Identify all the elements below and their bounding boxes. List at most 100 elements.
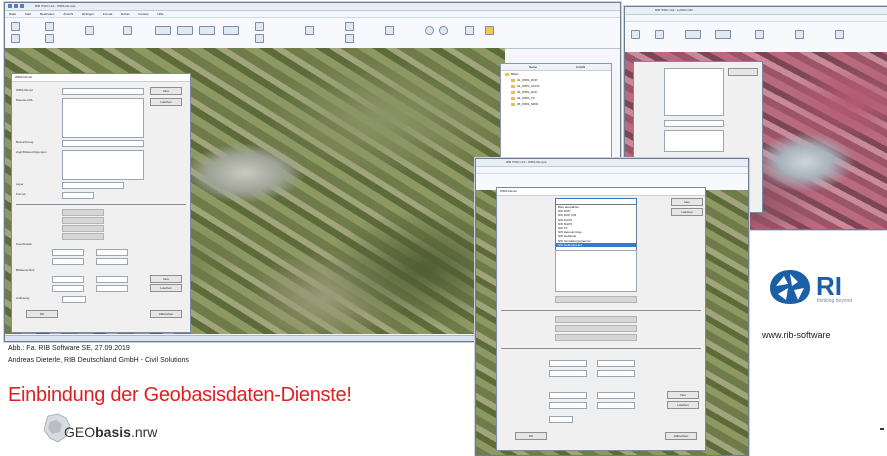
- extent-field[interactable]: [52, 276, 84, 283]
- ok-button[interactable]: OK: [515, 432, 547, 440]
- menu-item[interactable]: Fenster: [139, 11, 149, 17]
- extent-field[interactable]: [96, 276, 128, 283]
- extent-field[interactable]: [597, 402, 635, 409]
- extent-field[interactable]: [549, 392, 587, 399]
- new-button[interactable]: Neu: [667, 391, 699, 399]
- cancel-button[interactable]: Abbrechen: [665, 432, 697, 440]
- ribbon-circle-icon[interactable]: [425, 26, 434, 35]
- extent-field[interactable]: [549, 402, 587, 409]
- ribbon-draw-icon[interactable]: [223, 26, 239, 35]
- wms-dropdown-list[interactable]: Bitte auswählen NW DOP NW DOP CIR NW ALK…: [555, 204, 637, 252]
- new-button[interactable]: Neu: [150, 275, 182, 283]
- menu-item[interactable]: Hilfe: [158, 11, 164, 17]
- ok-button[interactable]: OK: [26, 310, 58, 318]
- delete-button[interactable]: Löschen: [667, 401, 699, 409]
- menu-item[interactable]: Ansicht: [63, 11, 73, 17]
- ribbon-tool-icon[interactable]: [305, 26, 314, 35]
- ribbon-tool-icon[interactable]: [835, 30, 844, 39]
- menu-item[interactable]: Start: [25, 11, 31, 17]
- save-icon[interactable]: [8, 4, 12, 8]
- url-textarea[interactable]: [664, 68, 724, 116]
- menu-item[interactable]: Bearbeiten: [40, 11, 55, 17]
- delete-button[interactable]: Löschen: [671, 208, 703, 216]
- tree-item[interactable]: 05_WMS_NRW: [511, 102, 538, 107]
- description-field[interactable]: [664, 120, 724, 127]
- ribbon-tool-icon[interactable]: [795, 30, 804, 39]
- undo-icon[interactable]: [14, 4, 18, 8]
- ribbon-tool-icon[interactable]: [11, 34, 20, 43]
- delete-button[interactable]: Löschen: [150, 284, 182, 292]
- ribbon-tool-icon[interactable]: [85, 26, 94, 35]
- ribbon-draw-icon[interactable]: [685, 30, 701, 39]
- resolution-field[interactable]: [62, 296, 86, 303]
- new-button[interactable]: Neu: [671, 198, 703, 206]
- coord-field[interactable]: [549, 360, 587, 367]
- field-label: Zugriffsberechtigungen: [16, 150, 47, 154]
- menu-item[interactable]: Einfügen: [82, 11, 94, 17]
- ribbon-tool-icon[interactable]: [385, 26, 394, 35]
- resolution-field[interactable]: [549, 416, 573, 423]
- rib-logo-icon: [770, 270, 810, 304]
- ribbon-circle-icon[interactable]: [439, 26, 448, 35]
- ribbon-tool-icon[interactable]: [631, 30, 640, 39]
- ribbon-draw-icon[interactable]: [199, 26, 215, 35]
- access-textarea[interactable]: [62, 150, 144, 180]
- redo-icon[interactable]: [20, 4, 24, 8]
- format-field[interactable]: [62, 192, 94, 199]
- tree-item[interactable]: Bilder: [505, 72, 519, 77]
- ribbon-tool-icon[interactable]: [11, 22, 20, 31]
- extent-field[interactable]: [597, 392, 635, 399]
- geobasis-wordmark: GEObasis.nrw: [64, 424, 157, 440]
- field-label: WMS-Dienst: [16, 88, 33, 92]
- tree-item[interactable]: 04_WMS_TK: [511, 96, 535, 101]
- tree-item[interactable]: 02_WMS_ALKIS: [511, 84, 540, 89]
- ribbon-tool-icon[interactable]: [465, 26, 474, 35]
- front-wms-dialog: WMS-Dienst Bitte auswählen NW DOP NW DOP…: [496, 187, 706, 451]
- coord-field[interactable]: [52, 258, 84, 265]
- coord-field[interactable]: [96, 249, 128, 256]
- ribbon-draw-icon[interactable]: [155, 26, 171, 35]
- readonly-field: [555, 334, 637, 341]
- coord-field[interactable]: [96, 258, 128, 265]
- description-field[interactable]: [62, 140, 144, 147]
- rib-url[interactable]: www.rib-software: [762, 330, 831, 340]
- ribbon-tool-icon[interactable]: [255, 34, 264, 43]
- ribbon-tool-icon[interactable]: [45, 34, 54, 43]
- ribbon-draw-icon[interactable]: [177, 26, 193, 35]
- dropdown-option-selected[interactable]: NW Geländerelief: [556, 242, 636, 247]
- new-button[interactable]: Neu: [150, 87, 182, 95]
- readonly-field: [62, 217, 104, 224]
- divider: [501, 310, 701, 311]
- new-button[interactable]: [728, 68, 758, 76]
- tree-header: Name Anzahl: [501, 64, 611, 71]
- ribbon-tool-icon[interactable]: [45, 22, 54, 31]
- ribbon-tool-icon[interactable]: [755, 30, 764, 39]
- rib-logo: RI thinking beyond: [768, 268, 887, 318]
- ribbon-draw-icon[interactable]: [715, 30, 731, 39]
- main-menubar: Datei Start Bearbeiten Ansicht Einfügen …: [5, 11, 620, 18]
- tree-item[interactable]: 03_WMS_DGK: [511, 90, 538, 95]
- coord-field[interactable]: [549, 370, 587, 377]
- cancel-button[interactable]: Abbrechen: [150, 310, 182, 318]
- ribbon-tool-icon[interactable]: [255, 22, 264, 31]
- tree-item[interactable]: 01_WMS_DOP: [511, 78, 538, 83]
- ribbon-layer-icon[interactable]: [485, 26, 494, 35]
- delete-button[interactable]: Löschen: [150, 98, 182, 106]
- ribbon-tool-icon[interactable]: [655, 30, 664, 39]
- service-url-textarea[interactable]: [62, 98, 144, 138]
- extent-field[interactable]: [52, 285, 84, 292]
- ribbon-tool-icon[interactable]: [123, 26, 132, 35]
- ribbon-tool-icon[interactable]: [345, 34, 354, 43]
- coord-field[interactable]: [597, 370, 635, 377]
- coord-field[interactable]: [597, 360, 635, 367]
- access-textarea[interactable]: [664, 130, 724, 152]
- coord-field[interactable]: [52, 249, 84, 256]
- layer-field[interactable]: [62, 182, 124, 189]
- ribbon-tool-icon[interactable]: [345, 22, 354, 31]
- access-textarea[interactable]: [555, 250, 637, 292]
- menu-item[interactable]: Datei: [9, 11, 16, 17]
- menu-item[interactable]: Extras: [121, 11, 130, 17]
- extent-field[interactable]: [96, 285, 128, 292]
- menu-item[interactable]: Format: [103, 11, 113, 17]
- wms-service-select[interactable]: [62, 88, 144, 95]
